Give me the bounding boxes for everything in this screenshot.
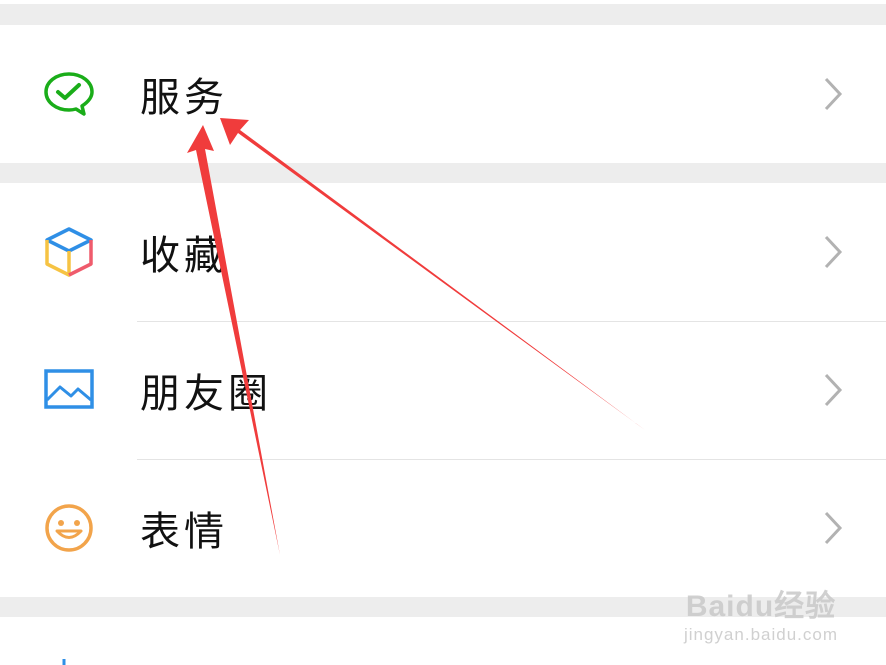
- menu-item-label: 朋友圈: [140, 371, 272, 417]
- menu-item-favorites[interactable]: 收藏: [0, 183, 886, 321]
- watermark-sub: jingyan.baidu.com: [683, 625, 838, 644]
- moments-picture-icon: [43, 364, 95, 416]
- services-group: 服务: [0, 25, 886, 163]
- emoji-smile-icon: [43, 502, 95, 554]
- menu-item-moments[interactable]: 朋友圈: [0, 321, 886, 459]
- watermark-main: Baidu经验: [685, 590, 837, 623]
- top-strip: [0, 0, 886, 4]
- chevron-right-icon: [824, 373, 843, 407]
- favorites-cube-icon: [43, 226, 95, 278]
- wechat-me-page: 服务 收藏 朋友圈 表情 Baidu经验 jingyan.baidu.com: [0, 0, 886, 665]
- menu-item-label: 服务: [140, 75, 228, 121]
- menu-item-stickers[interactable]: 表情: [0, 459, 886, 597]
- menu-item-label: 收藏: [140, 233, 228, 279]
- wechat-pay-icon: [43, 68, 95, 120]
- settings-icon: [62, 659, 66, 665]
- features-group: 收藏 朋友圈 表情: [0, 183, 886, 597]
- chevron-right-icon: [824, 511, 843, 545]
- baidu-watermark: Baidu经验 jingyan.baidu.com: [684, 581, 838, 645]
- chevron-right-icon: [824, 77, 843, 111]
- menu-item-services[interactable]: 服务: [0, 25, 886, 163]
- chevron-right-icon: [824, 235, 843, 269]
- menu-item-label: 表情: [140, 509, 228, 555]
